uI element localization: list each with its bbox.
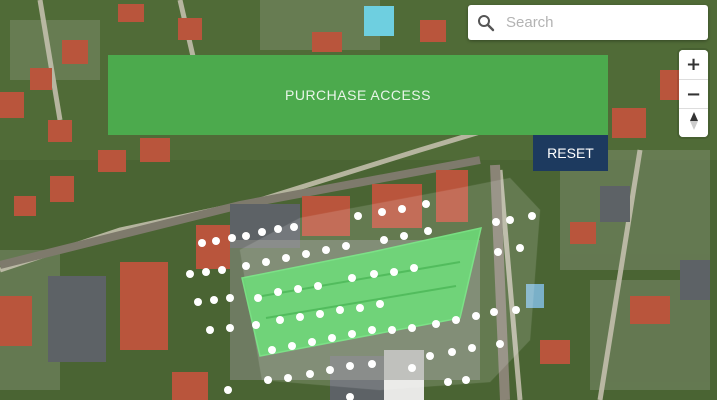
reset-bearing-button[interactable] [679, 108, 708, 137]
zoom-out-button[interactable]: − [679, 79, 708, 108]
compass-icon [689, 111, 698, 130]
reset-button[interactable]: RESET [533, 135, 608, 171]
search-input[interactable] [504, 13, 698, 32]
search-icon[interactable] [468, 5, 504, 40]
map-navigation-control: + − [679, 50, 708, 137]
search-box[interactable] [468, 5, 708, 40]
zoom-in-button[interactable]: + [679, 50, 708, 79]
purchase-access-button[interactable]: PURCHASE ACCESS [108, 55, 608, 135]
